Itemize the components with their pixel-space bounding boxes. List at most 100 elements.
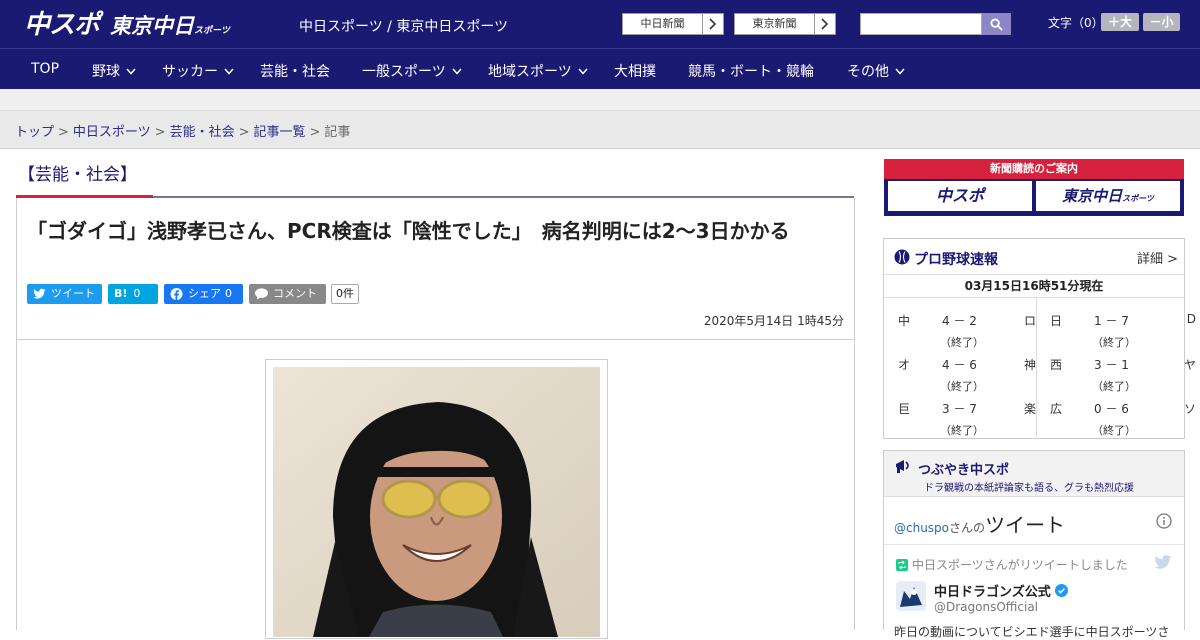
avatar[interactable] [896, 581, 926, 611]
tokyo-chunichi-small: スポーツ [1122, 194, 1154, 203]
photo-frame [265, 359, 608, 639]
away-team: 神 [1023, 358, 1036, 372]
game-score[interactable]: 巨 3 － 7 楽 （終了） [898, 392, 1036, 437]
breadcrumb-link-entertainment[interactable]: 芸能・社会 [170, 125, 235, 140]
search-input[interactable] [860, 13, 982, 35]
nav-label: 大相撲 [614, 64, 656, 80]
subscription-tokyo-chunichi-link[interactable]: 東京中日スポーツ [1036, 181, 1180, 211]
pro-baseball-widget: プロ野球速報 詳細 > 03月15日16時51分現在 中 4 － 2 ロ （終了… [883, 238, 1196, 439]
nav-item-general-sports[interactable]: 一般スポーツ [362, 61, 462, 81]
nav-item-soccer[interactable]: サッカー [162, 61, 234, 81]
nav-item-top[interactable]: TOP [31, 61, 59, 77]
subscription-banner[interactable]: 新聞購読のご案内 中スポ 東京中日スポーツ [884, 159, 1184, 216]
article-header: 「ゴダイゴ」浅野孝已さん、PCR検査は「陰性でした」 病名判明には2～3日かかる… [16, 198, 855, 340]
main-nav: TOP 野球 サッカー 芸能・社会 一般スポーツ 地域スポーツ 大相撲 競馬・ボ… [0, 48, 1200, 89]
nav-item-keiba[interactable]: 競馬・ボート・競輪 [688, 61, 814, 81]
facebook-share-label: シェア [188, 287, 221, 300]
game-score[interactable]: 日 1 － 7 D （終了） [1050, 304, 1196, 349]
info-icon[interactable] [1156, 513, 1172, 529]
score: 4 － 6 [942, 358, 977, 372]
facebook-share-button[interactable]: シェア 0 [164, 284, 243, 304]
breadcrumb-current: 記事 [324, 125, 351, 140]
breadcrumb: トップ > 中日スポーツ > 芸能・社会 > 記事一覧 > 記事 [15, 121, 350, 140]
home-team: オ [898, 358, 911, 372]
comment-count: 0件 [331, 284, 359, 304]
game-score[interactable]: 広 0 － 6 ソ （終了） [1050, 392, 1196, 437]
tokyo-shimbun-button[interactable]: 東京新聞 [734, 13, 836, 35]
nav-item-other[interactable]: その他 [847, 61, 905, 81]
baseball-icon [894, 249, 910, 265]
account-link[interactable]: @chuspo [894, 521, 949, 535]
chevron-right-icon [703, 14, 723, 34]
tweet-user-handle[interactable]: @DragonsOfficial [934, 600, 1038, 614]
chunichi-shimbun-button[interactable]: 中日新聞 [622, 13, 724, 35]
game-score[interactable]: 中 4 － 2 ロ （終了） [898, 304, 1036, 349]
tokyo-chunichi-logo[interactable]: 東京中日スポーツ [110, 10, 230, 40]
font-size-label: 文字（0） [1048, 16, 1104, 30]
tweet-label: ツイート [51, 287, 95, 300]
search-button[interactable] [982, 13, 1011, 35]
search-icon [990, 17, 1003, 31]
font-smaller-button[interactable]: －小 [1143, 13, 1180, 31]
tweets-word: ツイート [985, 513, 1066, 537]
font-larger-button[interactable]: ＋大 [1101, 13, 1139, 31]
megaphone-icon [896, 460, 909, 473]
article-photo-area [16, 340, 855, 639]
game-score[interactable]: 西 3 － 1 ヤ （終了） [1050, 348, 1196, 393]
subscription-chuspo-link[interactable]: 中スポ [888, 181, 1032, 211]
tokyo-shimbun-label: 東京新聞 [735, 14, 815, 34]
chunichi-shimbun-label: 中日新聞 [623, 14, 703, 34]
home-team: 日 [1050, 314, 1063, 328]
score: 1 － 7 [1094, 314, 1129, 328]
nav-item-entertainment[interactable]: 芸能・社会 [260, 61, 330, 81]
nav-item-baseball[interactable]: 野球 [92, 61, 136, 81]
tweet-button[interactable]: ツイート [27, 284, 102, 304]
breadcrumb-link-article-list[interactable]: 記事一覧 [254, 125, 306, 140]
article-photo[interactable] [273, 367, 600, 637]
twitter-widget: つぶやき中スポ ドラ観戦の本紙評論家も語る、グラも熱烈応援 @chuspoさんの… [883, 450, 1185, 639]
twitter-bird-icon[interactable] [1154, 555, 1172, 570]
home-team: 中 [898, 314, 911, 328]
tokyo-chunichi-logo-small: スポーツ [194, 26, 230, 36]
breadcrumb-link-chunichi-sports[interactable]: 中日スポーツ [73, 125, 151, 140]
subscription-banner-title: 新聞購読のご案内 [884, 159, 1184, 179]
twitter-widget-subtitle: ドラ観戦の本紙評論家も語る、グラも熱烈応援 [924, 483, 1134, 494]
article-headline: 「ゴダイゴ」浅野孝已さん、PCR検査は「陰性でした」 病名判明には2～3日かかる [27, 219, 790, 243]
game-status: （終了） [1092, 424, 1136, 437]
chevron-down-icon [126, 68, 136, 75]
breadcrumb-separator: > [154, 125, 166, 140]
facebook-icon [170, 288, 183, 300]
verified-badge-icon [1054, 584, 1068, 597]
chuspo-logo[interactable]: 中スポ [24, 4, 100, 41]
breadcrumb-separator: > [58, 125, 69, 140]
tokyo-chunichi-logo-text: 東京中日 [110, 14, 194, 38]
nav-item-sumo[interactable]: 大相撲 [614, 61, 656, 81]
baseball-widget-header: プロ野球速報 詳細 > [884, 239, 1184, 275]
nav-item-local-sports[interactable]: 地域スポーツ [488, 61, 588, 81]
tweet-user-name[interactable]: 中日ドラゴンズ公式 [934, 581, 1068, 600]
home-team: 広 [1050, 402, 1063, 416]
hatena-count: 0 [133, 287, 141, 300]
nav-label: 芸能・社会 [260, 64, 330, 80]
hatena-bookmark-button[interactable]: B! 0 [108, 284, 158, 304]
score: 3 － 7 [942, 402, 977, 416]
chevron-down-icon [224, 68, 234, 75]
away-team: ヤ [1183, 358, 1196, 372]
facebook-share-count: 0 [225, 287, 232, 300]
tweets-by-suffix: さんの [949, 521, 986, 535]
comment-button[interactable]: コメント [249, 284, 326, 304]
baseball-widget-title: プロ野球速報 [914, 252, 998, 268]
tweet-text: 昨日の動画についてビシエド選手に中日スポーツさ [894, 625, 1170, 639]
twitter-bird-icon [33, 288, 46, 299]
article-category[interactable]: 【芸能・社会】 [18, 160, 137, 185]
twitter-widget-title: つぶやき中スポ [918, 463, 1010, 478]
baseball-detail-link[interactable]: 詳細 > [1137, 248, 1178, 267]
site-title[interactable]: 中日スポーツ / 東京中日スポーツ [299, 16, 508, 36]
sub-bar [0, 89, 1200, 111]
nav-label: 野球 [92, 64, 120, 80]
breadcrumb-separator: > [309, 125, 321, 140]
game-score[interactable]: オ 4 － 6 神 （終了） [898, 348, 1036, 393]
breadcrumb-link-top[interactable]: トップ [15, 125, 54, 140]
baseball-timestamp: 03月15日16時51分現在 [884, 275, 1184, 298]
away-team: ソ [1183, 402, 1196, 416]
